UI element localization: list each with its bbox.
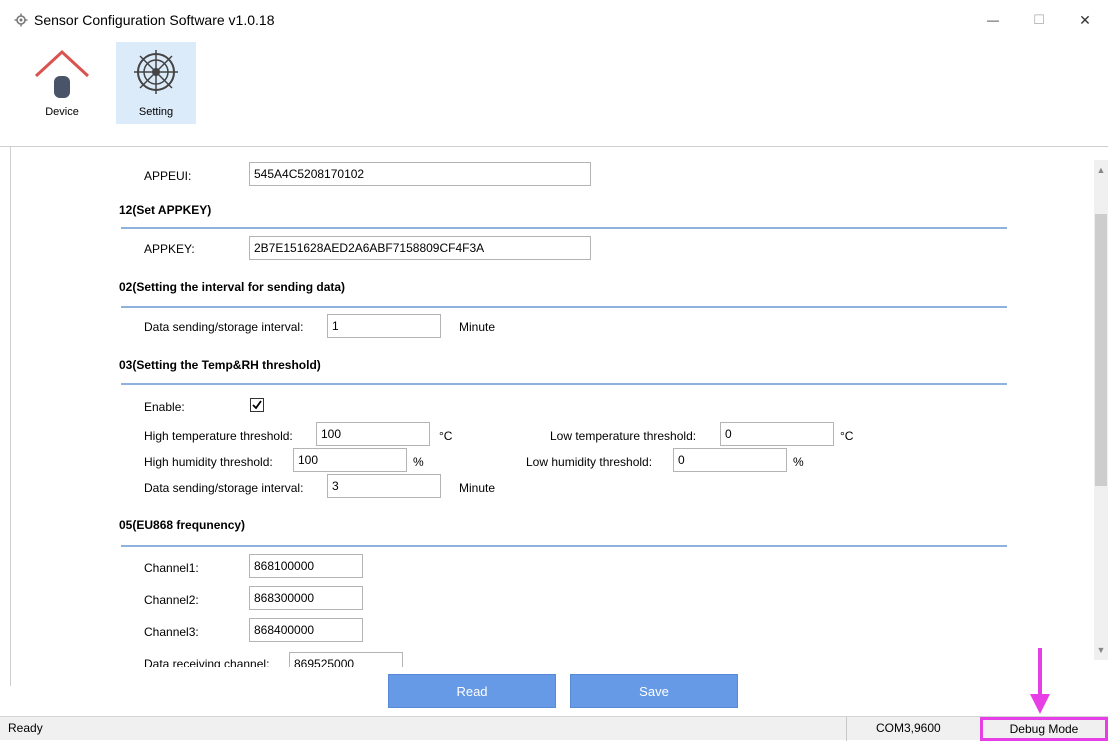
settings-panel: APPEUI: 545A4C5208170102 12(Set APPKEY) … — [11, 147, 1094, 667]
home-icon — [34, 49, 90, 98]
setting-tool-button[interactable]: Setting — [116, 42, 196, 124]
threshold-interval-label: Data sending/storage interval: — [144, 481, 304, 495]
enable-label: Enable: — [144, 400, 185, 414]
appeui-label: APPEUI: — [144, 169, 192, 183]
read-button[interactable]: Read — [388, 674, 556, 708]
save-button[interactable]: Save — [570, 674, 738, 708]
close-icon: ✕ — [1079, 11, 1091, 28]
device-tool-button[interactable]: Device — [22, 42, 102, 124]
channel1-field[interactable]: 868100000 — [249, 554, 363, 578]
high-temp-unit: °C — [439, 429, 453, 443]
high-temp-label: High temperature threshold: — [144, 429, 293, 443]
interval-unit: Minute — [459, 320, 496, 334]
low-hum-label: Low humidity threshold: — [526, 455, 653, 469]
channel2-field[interactable]: 868300000 — [249, 586, 363, 610]
receive-channel-field[interactable]: 869525000 — [289, 652, 403, 667]
channel2-label: Channel2: — [144, 593, 199, 607]
threshold-interval-unit: Minute — [459, 481, 496, 495]
interval-field[interactable]: 1 — [327, 314, 441, 338]
low-temp-field[interactable]: 0 — [720, 422, 834, 446]
scroll-down-arrow-icon[interactable]: ▼ — [1094, 640, 1108, 660]
appkey-section-title: 12(Set APPKEY) — [119, 203, 212, 217]
minimize-icon: — — [987, 13, 999, 27]
setting-tool-label: Setting — [138, 106, 174, 118]
low-temp-label: Low temperature threshold: — [550, 429, 697, 443]
frequency-section-title: 05(EU868 frequnency) — [119, 518, 246, 532]
debug-mode-button[interactable]: Debug Mode — [980, 717, 1108, 741]
channel1-label: Channel1: — [144, 561, 199, 575]
high-hum-unit: % — [413, 455, 424, 469]
status-bar: Ready COM3,9600 Debug Mode — [0, 716, 1108, 741]
panel-left-border — [10, 146, 11, 686]
status-separator — [846, 717, 847, 741]
threshold-section-title: 03(Setting the Temp&RH threshold) — [119, 358, 321, 372]
device-tool-label: Device — [45, 106, 79, 118]
high-temp-field[interactable]: 100 — [316, 422, 430, 446]
scroll-up-arrow-icon[interactable]: ▲ — [1094, 160, 1108, 180]
status-port-text: COM3,9600 — [876, 721, 941, 735]
receive-channel-label: Data receiving channel: — [144, 657, 270, 667]
section-divider — [121, 227, 1007, 229]
appkey-label: APPKEY: — [144, 242, 195, 256]
high-hum-label: High humidity threshold: — [144, 455, 273, 469]
vertical-scrollbar[interactable]: ▲ ▼ — [1094, 160, 1108, 660]
threshold-interval-field[interactable]: 3 — [327, 474, 441, 498]
app-gear-icon — [14, 13, 28, 27]
interval-section-title: 02(Setting the interval for sending data… — [119, 280, 346, 294]
interval-label: Data sending/storage interval: — [144, 320, 304, 334]
channel3-field[interactable]: 868400000 — [249, 618, 363, 642]
maximize-icon: ☐ — [1033, 12, 1045, 27]
annotation-arrow-icon — [1030, 648, 1050, 714]
section-divider — [121, 383, 1007, 385]
minimize-button[interactable]: — — [970, 0, 1016, 40]
high-hum-field[interactable]: 100 — [293, 448, 407, 472]
title-bar: Sensor Configuration Software v1.0.18 — … — [0, 0, 1108, 40]
close-button[interactable]: ✕ — [1062, 0, 1108, 40]
low-hum-field[interactable]: 0 — [673, 448, 787, 472]
appkey-field[interactable]: 2B7E151628AED2A6ABF7158809CF4F3A — [249, 236, 591, 260]
status-ready-text: Ready — [8, 721, 43, 735]
low-hum-unit: % — [793, 455, 804, 469]
scroll-thumb[interactable] — [1095, 214, 1107, 486]
channel3-label: Channel3: — [144, 625, 199, 639]
maximize-button[interactable]: ☐ — [1016, 0, 1062, 40]
checkmark-icon — [252, 400, 262, 410]
enable-checkbox[interactable] — [250, 398, 264, 412]
section-divider — [121, 545, 1007, 547]
section-divider — [121, 306, 1007, 308]
toolbar: Device Setting — [0, 40, 1108, 126]
appeui-field[interactable]: 545A4C5208170102 — [249, 162, 591, 186]
window-title: Sensor Configuration Software v1.0.18 — [34, 12, 275, 28]
low-temp-unit: °C — [840, 429, 854, 443]
gear-icon — [134, 50, 178, 94]
